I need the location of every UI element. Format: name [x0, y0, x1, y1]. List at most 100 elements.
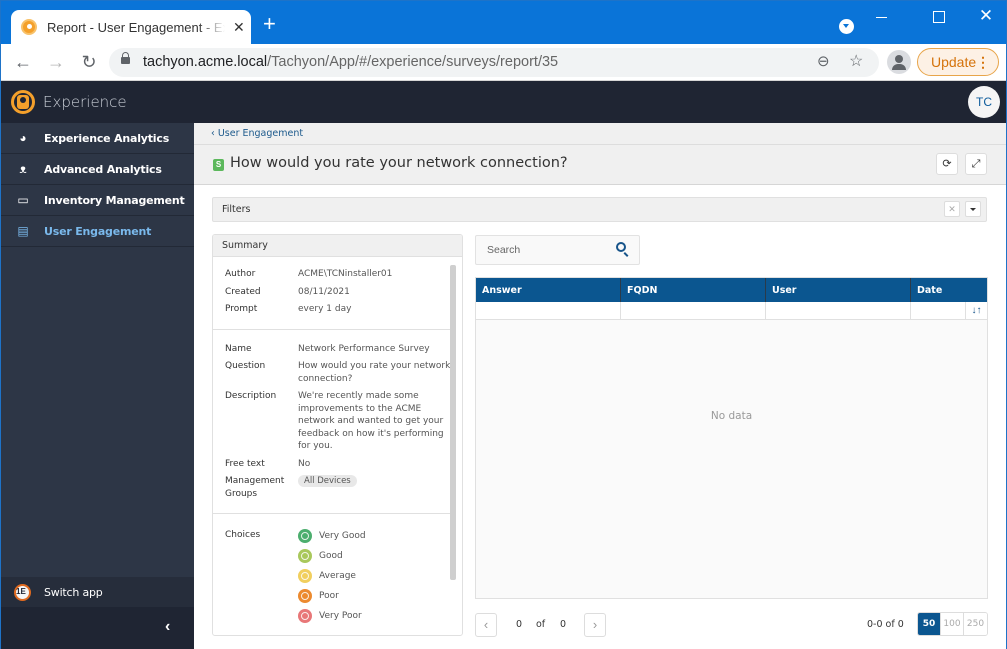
fqdn-filter-input[interactable] [621, 302, 765, 320]
bookmark-star-icon[interactable]: ☆ [849, 51, 863, 71]
filters-bar[interactable]: Filters ✕ [212, 197, 987, 222]
author-label: Author [225, 269, 256, 279]
choice-item: Average [298, 569, 453, 583]
browser-window: Report - User Engagement - Experience ✕ … [0, 0, 1007, 649]
free-text-label: Free text [225, 458, 265, 469]
binoculars-icon: ᴥ [19, 162, 27, 176]
refresh-button[interactable]: ⟳ [936, 153, 958, 175]
clipboard-icon: ▤ [17, 224, 29, 238]
search-icon[interactable] [616, 242, 626, 252]
record-range: 0-0 of 0 [867, 619, 904, 630]
1e-logo-icon [14, 583, 31, 601]
very-poor-face-icon [298, 609, 312, 623]
close-tab-icon[interactable]: ✕ [233, 19, 245, 36]
switch-app-button[interactable]: Switch app [1, 577, 194, 607]
total-pages: 0 [560, 619, 567, 630]
name-value: Network Performance Survey [298, 343, 430, 354]
sidebar: ◕ Experience Analytics ᴥ Advanced Analyt… [1, 123, 194, 649]
page-size-250-button[interactable]: 250 [964, 613, 987, 635]
expand-button[interactable]: ⤢ [965, 153, 987, 175]
choice-item: Poor [298, 589, 453, 603]
column-header-fqdn[interactable]: FQDN [621, 278, 766, 302]
search-input[interactable] [476, 236, 606, 264]
filters-dropdown-button[interactable] [965, 201, 981, 217]
summary-scrollbar[interactable] [450, 265, 456, 580]
reload-button[interactable]: ↻ [77, 50, 101, 74]
column-header-user[interactable]: User [766, 278, 911, 302]
forward-button[interactable]: → [44, 50, 68, 74]
close-window-button[interactable]: ✕ [971, 7, 1001, 27]
tab-search-dropdown-icon[interactable] [839, 19, 854, 34]
collapse-sidebar-chevron-icon[interactable]: ‹ [165, 618, 170, 636]
update-button[interactable]: Update ⋮ [917, 48, 999, 76]
experience-logo-icon [11, 90, 35, 114]
app-title: Experience [43, 93, 127, 111]
new-tab-button[interactable]: + [263, 13, 276, 35]
summary-header: Summary [213, 235, 462, 257]
good-face-icon [298, 549, 312, 563]
management-groups-label: Management Groups [225, 476, 285, 499]
main-content: ‹ User Engagement S How would you rate y… [194, 123, 1006, 649]
responses-table: Answer FQDN User Date ↓↑ No data [475, 277, 988, 599]
choice-item: Very Poor [298, 609, 453, 623]
column-header-answer[interactable]: Answer [476, 278, 621, 302]
sidebar-item-advanced-analytics[interactable]: ᴥ Advanced Analytics [1, 154, 194, 185]
average-face-icon [298, 569, 312, 583]
menu-dots-icon: ⋮ [976, 54, 990, 70]
profile-icon[interactable] [887, 50, 911, 74]
clear-filters-button[interactable]: ✕ [944, 201, 960, 217]
monitor-icon: ▭ [17, 193, 29, 207]
description-value: We're recently made some improvements to… [298, 391, 444, 451]
user-filter-input[interactable] [766, 302, 910, 320]
column-header-date[interactable]: Date [911, 278, 987, 302]
sidebar-footer: ‹ [1, 607, 194, 649]
page-header: S How would you rate your network connec… [194, 145, 1006, 185]
summary-choices-section: Choices Very Good Good Average Poor Very… [213, 514, 453, 635]
current-page: 0 [516, 619, 523, 630]
dashboard-icon: ◕ [19, 131, 27, 145]
answer-filter-input[interactable] [476, 302, 620, 320]
address-bar[interactable]: tachyon.acme.local/Tachyon/App/#/experie… [109, 48, 879, 77]
name-label: Name [225, 343, 252, 354]
choice-item: Very Good [298, 529, 453, 543]
search-box [475, 235, 640, 265]
sidebar-item-inventory-management[interactable]: ▭ Inventory Management [1, 185, 194, 216]
page-size-selector: 50 100 250 [917, 612, 988, 636]
browser-toolbar: ← → ↻ tachyon.acme.local/Tachyon/App/#/e… [1, 44, 1006, 81]
prompt-value: every 1 day [298, 304, 352, 314]
url-text[interactable]: tachyon.acme.local/Tachyon/App/#/experie… [143, 54, 558, 70]
back-button[interactable]: ← [11, 50, 35, 74]
summary-panel: Summary Author ACME\TCNinstaller01 Create… [212, 234, 463, 636]
prompt-label: Prompt [225, 304, 258, 314]
summary-meta-section: Author ACME\TCNinstaller01 Created 08/11/2… [213, 257, 453, 330]
very-good-face-icon [298, 529, 312, 543]
choice-item: Good [298, 549, 453, 563]
choices-label: Choices [225, 530, 261, 540]
breadcrumb-back-link[interactable]: ‹ User Engagement [211, 128, 303, 139]
management-group-pill[interactable]: All Devices [298, 475, 357, 487]
page-size-50-button[interactable]: 50 [918, 613, 941, 635]
user-avatar[interactable]: TC [968, 86, 1000, 118]
experience-favicon-icon [21, 19, 37, 35]
sidebar-item-user-engagement[interactable]: ▤ User Engagement [1, 216, 194, 247]
date-filter-input[interactable] [911, 302, 965, 320]
table-header: Answer FQDN User Date [476, 278, 987, 302]
question-label: Question [225, 361, 266, 371]
poor-face-icon [298, 589, 312, 603]
next-page-button[interactable]: › [584, 613, 606, 637]
question-value: How would you rate your network connecti… [298, 361, 451, 384]
sidebar-item-experience-analytics[interactable]: ◕ Experience Analytics [1, 123, 194, 154]
zoom-out-icon[interactable]: ⊖ [817, 52, 830, 70]
summary-details-section: Name Network Performance Survey Question H… [213, 330, 453, 514]
browser-tab[interactable]: Report - User Engagement - Experience ✕ [11, 10, 251, 44]
minimize-button[interactable] [867, 7, 897, 27]
previous-page-button[interactable]: ‹ [475, 613, 497, 637]
created-value: 08/11/2021 [298, 286, 350, 297]
survey-badge: S [213, 159, 224, 171]
author-value: ACME\TCNinstaller01 [298, 269, 393, 279]
maximize-button[interactable] [923, 7, 953, 27]
sort-icon[interactable]: ↓↑ [965, 302, 987, 319]
breadcrumb-bar: ‹ User Engagement [194, 123, 1006, 145]
free-text-value: No [298, 458, 311, 469]
page-size-100-button[interactable]: 100 [941, 613, 964, 635]
